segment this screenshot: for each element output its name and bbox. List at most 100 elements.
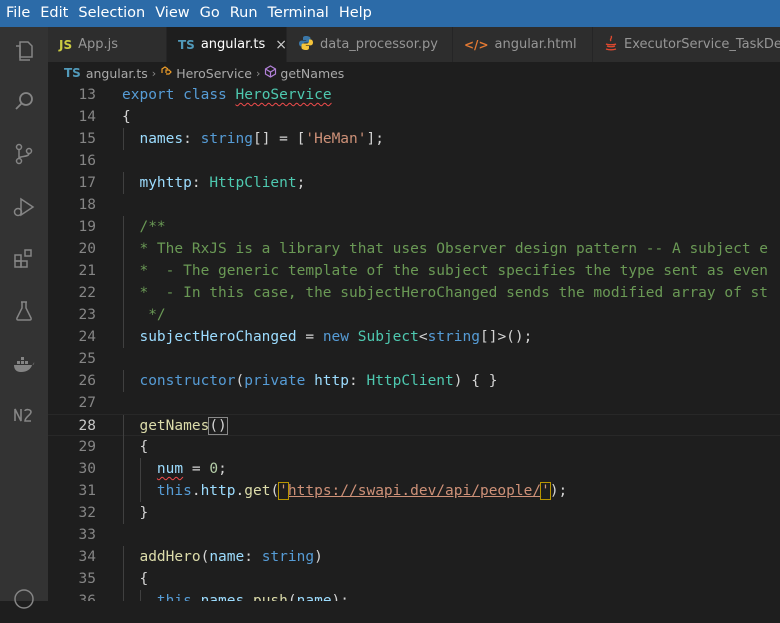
tab-app-js[interactable]: JS App.js bbox=[48, 27, 167, 62]
line-number: 24 bbox=[78, 329, 96, 345]
line-number: 33 bbox=[78, 527, 96, 543]
python-file-icon bbox=[298, 35, 314, 54]
code-line[interactable]: 19 /** bbox=[48, 216, 780, 238]
code-line[interactable]: 30 num = 0; bbox=[48, 458, 780, 480]
code-token: { bbox=[122, 439, 149, 455]
code-line[interactable]: 24 subjectHeroChanged = new Subject<stri… bbox=[48, 326, 780, 348]
code-token: 'HeMan' bbox=[305, 131, 367, 147]
code-token: name bbox=[209, 549, 245, 565]
code-text: names: string[] = ['HeMan']; bbox=[122, 128, 383, 150]
tab-label: angular.html bbox=[494, 37, 577, 52]
code-line[interactable]: 14 { bbox=[48, 106, 780, 128]
line-number: 35 bbox=[78, 571, 96, 587]
code-token: subjectHeroChanged bbox=[139, 329, 297, 345]
close-icon[interactable]: × bbox=[275, 37, 287, 53]
run-debug-icon[interactable] bbox=[0, 183, 48, 231]
code-editor[interactable]: 13 export class HeroService 14 {15 names: s… bbox=[48, 84, 780, 601]
code-token: HttpClient bbox=[209, 175, 297, 191]
tab-executor-service[interactable]: ExecutorService_TaskDepe bbox=[593, 27, 780, 62]
code-line[interactable]: 28 getNames() bbox=[48, 414, 780, 437]
code-token: = bbox=[183, 461, 210, 477]
docker-icon[interactable] bbox=[0, 339, 48, 387]
code-text: subjectHeroChanged = new Subject<string[… bbox=[122, 326, 532, 348]
code-token: http bbox=[314, 373, 349, 389]
code-line[interactable]: 20 * The RxJS is a library that uses Obs… bbox=[48, 238, 780, 260]
code-line[interactable]: 16 bbox=[48, 150, 780, 172]
line-number: 25 bbox=[78, 351, 96, 367]
tab-label: App.js bbox=[78, 37, 119, 52]
code-token: export bbox=[122, 87, 175, 103]
editor-tabs: JS App.js TS angular.ts × data_processor… bbox=[48, 27, 780, 62]
code-line[interactable]: 36 this.names.push(name); bbox=[48, 590, 780, 601]
code-line[interactable]: 34 addHero(name: string) bbox=[48, 546, 780, 568]
source-control-icon[interactable] bbox=[0, 130, 48, 178]
code-line[interactable]: 31 this.http.get('https://swapi.dev/api/… bbox=[48, 480, 780, 502]
code-line[interactable]: 27 bbox=[48, 392, 780, 414]
code-line[interactable]: 26 constructor(private http: HttpClient)… bbox=[48, 370, 780, 392]
code-token: push bbox=[252, 593, 288, 601]
breadcrumb-method[interactable]: getNames bbox=[280, 66, 344, 81]
menu-selection[interactable]: Selection bbox=[73, 0, 150, 27]
testing-icon[interactable] bbox=[0, 287, 48, 335]
code-token: name bbox=[296, 593, 332, 601]
tab-angular-html[interactable]: </> angular.html bbox=[453, 27, 593, 62]
code-token: https://swapi.dev/api/people/ bbox=[287, 483, 542, 499]
code-text: } bbox=[122, 502, 148, 524]
line-number: 20 bbox=[78, 241, 96, 257]
code-token: = bbox=[296, 329, 323, 345]
explorer-icon[interactable] bbox=[0, 27, 48, 75]
menu-file[interactable]: File bbox=[0, 0, 35, 27]
code-text: num = 0; bbox=[122, 458, 227, 480]
line-number: 13 bbox=[78, 87, 96, 103]
extensions-icon[interactable] bbox=[0, 235, 48, 283]
code-line[interactable]: 22 * - In this case, the subjectHeroChan… bbox=[48, 282, 780, 304]
chevron-right-icon: › bbox=[256, 66, 261, 80]
code-token: . bbox=[191, 593, 201, 601]
html-file-icon: </> bbox=[464, 37, 489, 52]
code-line[interactable]: 17 myhttp: HttpClient; bbox=[48, 172, 780, 194]
menu-edit[interactable]: Edit bbox=[35, 0, 73, 27]
code-token: private bbox=[244, 373, 306, 389]
menu-go[interactable]: Go bbox=[195, 0, 225, 27]
code-line[interactable]: 13 export class HeroService bbox=[48, 84, 780, 106]
code-token: Subject bbox=[357, 329, 419, 345]
tab-data-processor-py[interactable]: data_processor.py bbox=[287, 27, 453, 62]
breadcrumb-class[interactable]: HeroService bbox=[176, 66, 252, 81]
search-icon[interactable] bbox=[0, 77, 48, 125]
code-line[interactable]: 15 names: string[] = ['HeMan']; bbox=[48, 128, 780, 150]
breadcrumb: TS angular.ts › HeroService › getNames bbox=[48, 62, 780, 84]
code-token: class bbox=[183, 87, 227, 103]
code-line[interactable]: 21 * - The generic template of the subje… bbox=[48, 260, 780, 282]
code-token: [] = [ bbox=[252, 131, 306, 147]
code-token: http bbox=[200, 483, 236, 499]
code-text: myhttp: HttpClient; bbox=[122, 172, 305, 194]
account-icon[interactable] bbox=[0, 575, 48, 623]
code-token: getNames bbox=[139, 418, 210, 434]
code-line[interactable]: 18 bbox=[48, 194, 780, 216]
code-token: */ bbox=[139, 307, 166, 323]
class-icon bbox=[160, 65, 173, 81]
menu-view[interactable]: View bbox=[150, 0, 194, 27]
code-text: /** bbox=[122, 216, 165, 238]
code-line[interactable]: 25 bbox=[48, 348, 780, 370]
code-token: ( bbox=[287, 593, 297, 601]
code-line[interactable]: 32 } bbox=[48, 502, 780, 524]
code-text: constructor(private http: HttpClient) { … bbox=[122, 370, 497, 392]
menu-terminal[interactable]: Terminal bbox=[263, 0, 334, 27]
breadcrumb-file[interactable]: angular.ts bbox=[86, 66, 148, 81]
code-line[interactable]: 29 { bbox=[48, 436, 780, 458]
code-text: { bbox=[122, 568, 148, 590]
code-line[interactable]: 33 bbox=[48, 524, 780, 546]
tab-label: data_processor.py bbox=[320, 37, 438, 52]
menu-help[interactable]: Help bbox=[334, 0, 377, 27]
line-number: 30 bbox=[78, 461, 96, 477]
tab-angular-ts[interactable]: TS angular.ts × bbox=[167, 27, 287, 62]
menu-run[interactable]: Run bbox=[225, 0, 263, 27]
notebook-icon[interactable] bbox=[0, 391, 48, 439]
code-text: * - In this case, the subjectHeroChanged… bbox=[122, 282, 768, 304]
code-token: constructor bbox=[139, 373, 236, 389]
code-line[interactable]: 35 { bbox=[48, 568, 780, 590]
code-token: * - In this case, the subjectHeroChanged… bbox=[139, 285, 769, 301]
code-line[interactable]: 23 */ bbox=[48, 304, 780, 326]
